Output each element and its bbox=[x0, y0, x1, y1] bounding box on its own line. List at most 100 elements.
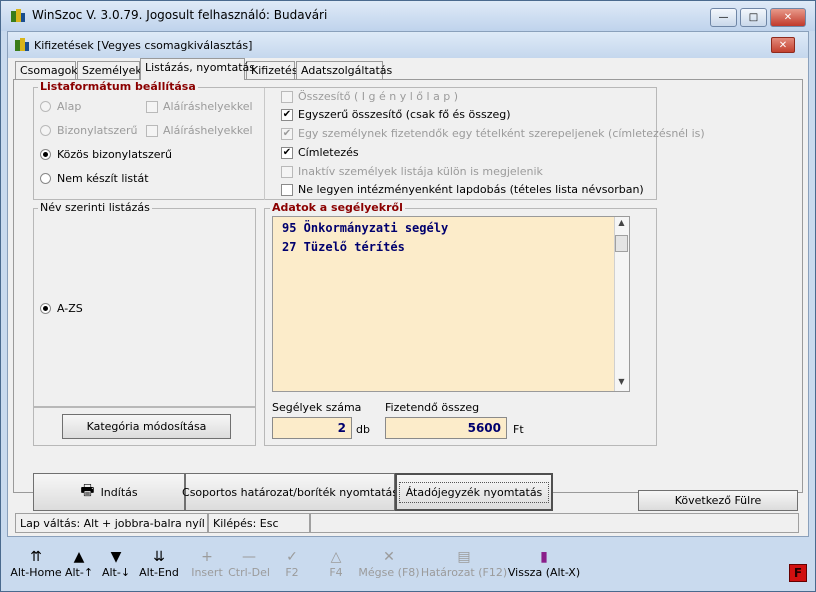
toolbar-ctrl-del[interactable]: — Ctrl-Del bbox=[228, 548, 270, 579]
option-osszesito-box bbox=[281, 90, 293, 103]
scroll-down-icon[interactable]: ▼ bbox=[615, 377, 628, 391]
toolbar-insert[interactable]: + Insert bbox=[191, 548, 223, 579]
radio-alap-label: Alap bbox=[57, 100, 82, 113]
check-alairashely-2-box bbox=[146, 124, 158, 137]
toolbar-alt-end-label: Alt-End bbox=[139, 566, 179, 579]
option-lapdobas-box bbox=[281, 183, 293, 196]
minus-icon: — bbox=[242, 549, 256, 565]
option-cimletezes-label: Címletezés bbox=[298, 146, 359, 159]
toolbar-alt-up[interactable]: ▲ Alt-↑ bbox=[64, 548, 94, 579]
toolbar-alt-home-label: Alt-Home bbox=[10, 566, 62, 579]
option-inaktiv[interactable]: Inaktív személyek listája külön is megje… bbox=[281, 165, 543, 178]
scroll-thumb[interactable] bbox=[615, 235, 628, 252]
radio-nem-keszit-label: Nem készít listát bbox=[57, 172, 149, 185]
toolbar-alt-down[interactable]: ▼ Alt-↓ bbox=[101, 548, 131, 579]
cancel-icon: ✕ bbox=[383, 549, 395, 565]
f-badge-icon: F bbox=[789, 564, 807, 582]
check-icon: ✓ bbox=[286, 549, 298, 565]
segelyek-szama-label: Segélyek száma bbox=[272, 401, 362, 414]
toolbar-insert-label: Insert bbox=[191, 566, 223, 579]
list-item[interactable]: 95 Önkormányzati segély bbox=[282, 221, 448, 235]
option-egyszeru-osszesito[interactable]: ✔ Egyszerű összesítő (csak fő és összeg) bbox=[281, 108, 511, 121]
maximize-button[interactable]: □ bbox=[740, 8, 767, 27]
radio-bizonylatszeru-label: Bizonylatszerű bbox=[57, 124, 138, 137]
inditas-label: Indítás bbox=[100, 485, 138, 499]
name-group-title: Név szerinti listázás bbox=[38, 201, 152, 214]
inditas-button[interactable]: 🖶 Indítás bbox=[33, 473, 185, 511]
status-exit: Kilépés: Esc bbox=[208, 513, 310, 533]
radio-alap-dot bbox=[40, 101, 51, 112]
option-inaktiv-label: Inaktív személyek listája külön is megje… bbox=[298, 165, 543, 178]
toolbar-f4[interactable]: △ F4 bbox=[326, 548, 346, 579]
triangle-icon: △ bbox=[330, 549, 342, 565]
app-logo-icon bbox=[11, 9, 25, 22]
check-alairashely-2-label: Aláíráshelyekkel bbox=[163, 124, 253, 137]
format-group-title: Listaformátum beállítása bbox=[38, 80, 198, 93]
fizetendo-osszeg-field: 5600 bbox=[385, 417, 507, 439]
tab-listazas[interactable]: Listázás, nyomtatás bbox=[140, 58, 255, 80]
toolbar-megse[interactable]: ✕ Mégse (F8) bbox=[358, 548, 420, 579]
atadojegyzek-button[interactable]: Átadójegyzék nyomtatás bbox=[395, 473, 553, 511]
minimize-button[interactable]: — bbox=[710, 8, 737, 27]
radio-alap[interactable]: Alap bbox=[40, 100, 81, 113]
exit-door-icon: ▮ bbox=[540, 549, 548, 565]
option-egy-szemelynek-box: ✔ bbox=[281, 127, 293, 140]
toolbar-ctrl-del-label: Ctrl-Del bbox=[228, 566, 270, 579]
kategoria-modositasa-button[interactable]: Kategória módosítása bbox=[62, 414, 231, 439]
radio-bizonylatszeru-dot bbox=[40, 125, 51, 136]
check-alairashely-2[interactable]: Aláíráshelyekkel bbox=[146, 124, 253, 137]
adatok-group-title: Adatok a segélyekről bbox=[270, 201, 405, 214]
option-egyszeru-box: ✔ bbox=[281, 108, 293, 121]
segelyek-szama-field: 2 bbox=[272, 417, 352, 439]
radio-nem-keszit[interactable]: Nem készít listát bbox=[40, 172, 149, 185]
arrow-up-icon: ▲ bbox=[73, 549, 85, 565]
csoportos-nyomtatas-button[interactable]: Csoportos határozat/boríték nyomtatás bbox=[182, 473, 398, 511]
option-egy-szemelynek[interactable]: ✔ Egy személynek fizetendők egy tételként… bbox=[281, 127, 705, 140]
toolbar-hatarozat-label: Határozat (F12) bbox=[420, 566, 508, 579]
radio-kozos-bizonylatszeru[interactable]: Közös bizonylatszerű bbox=[40, 148, 172, 161]
window-title: WinSzoc V. 3.0.79. Jogosult felhasználó:… bbox=[32, 8, 328, 22]
option-cimletezes[interactable]: ✔ Címletezés bbox=[281, 146, 359, 159]
tab-szemelyek[interactable]: Személyek bbox=[77, 61, 142, 79]
radio-bizonylatszeru[interactable]: Bizonylatszerű bbox=[40, 124, 137, 137]
dialog-logo-icon bbox=[15, 38, 29, 51]
option-lapdobas[interactable]: Ne legyen intézményenként lapdobás (téte… bbox=[281, 183, 644, 196]
arrow-down-icon: ▼ bbox=[110, 549, 122, 565]
dialog-close-button[interactable]: ✕ bbox=[771, 37, 795, 53]
atadojegyzek-label: Átadójegyzék nyomtatás bbox=[398, 481, 550, 503]
option-cimletezes-box: ✔ bbox=[281, 146, 293, 159]
toolbar-alt-end[interactable]: ⇊ Alt-End bbox=[139, 548, 179, 579]
format-divider bbox=[264, 88, 265, 200]
check-alairashely-1[interactable]: Aláíráshelyekkel bbox=[146, 100, 253, 113]
option-osszesito-label: Összesítő ( I g é n y l ő l a p ) bbox=[298, 90, 459, 103]
toolbar-alt-down-label: Alt-↓ bbox=[101, 566, 131, 579]
move-bottom-icon: ⇊ bbox=[153, 549, 165, 565]
toolbar-megse-label: Mégse (F8) bbox=[358, 566, 420, 579]
printer-icon: 🖶 bbox=[80, 480, 95, 499]
toolbar-alt-up-label: Alt-↑ bbox=[64, 566, 94, 579]
toolbar-f2[interactable]: ✓ F2 bbox=[282, 548, 302, 579]
radio-kozos-dot bbox=[40, 149, 51, 160]
dialog-title: Kifizetések [Vegyes csomagkiválasztás] bbox=[34, 39, 253, 52]
toolbar-alt-home[interactable]: ⇈ Alt-Home bbox=[10, 548, 61, 579]
list-item[interactable]: 27 Tüzelő térítés bbox=[282, 240, 405, 254]
move-top-icon: ⇈ bbox=[30, 549, 42, 565]
option-osszesito[interactable]: Összesítő ( I g é n y l ő l a p ) bbox=[281, 90, 458, 103]
amount-unit: Ft bbox=[513, 423, 524, 436]
fizetendo-osszeg-label: Fizetendő összeg bbox=[385, 401, 480, 414]
option-inaktiv-box bbox=[281, 165, 293, 178]
toolbar-hatarozat[interactable]: ▤ Határozat (F12) bbox=[421, 548, 507, 579]
plus-icon: + bbox=[201, 549, 213, 565]
option-lapdobas-label: Ne legyen intézményenként lapdobás (téte… bbox=[298, 183, 644, 196]
tab-adatszolgaltatas[interactable]: Adatszolgáltatás bbox=[296, 61, 392, 79]
scroll-up-icon[interactable]: ▲ bbox=[615, 218, 628, 232]
toolbar-vissza[interactable]: ▮ Vissza (Alt-X) bbox=[507, 548, 581, 579]
toolbar-vissza-label: Vissza (Alt-X) bbox=[507, 566, 581, 579]
close-button[interactable]: ✕ bbox=[770, 8, 806, 27]
radio-kozos-label: Közös bizonylatszerű bbox=[57, 148, 173, 161]
tab-csomagok[interactable]: Csomagok bbox=[15, 61, 78, 79]
radio-a-zs[interactable]: A-ZS bbox=[40, 302, 83, 315]
kovetkezo-ful-button[interactable]: Következő Fülre bbox=[638, 490, 798, 511]
check-alairashely-1-label: Aláíráshelyekkel bbox=[163, 100, 253, 113]
toolbar-f2-label: F2 bbox=[285, 566, 299, 579]
